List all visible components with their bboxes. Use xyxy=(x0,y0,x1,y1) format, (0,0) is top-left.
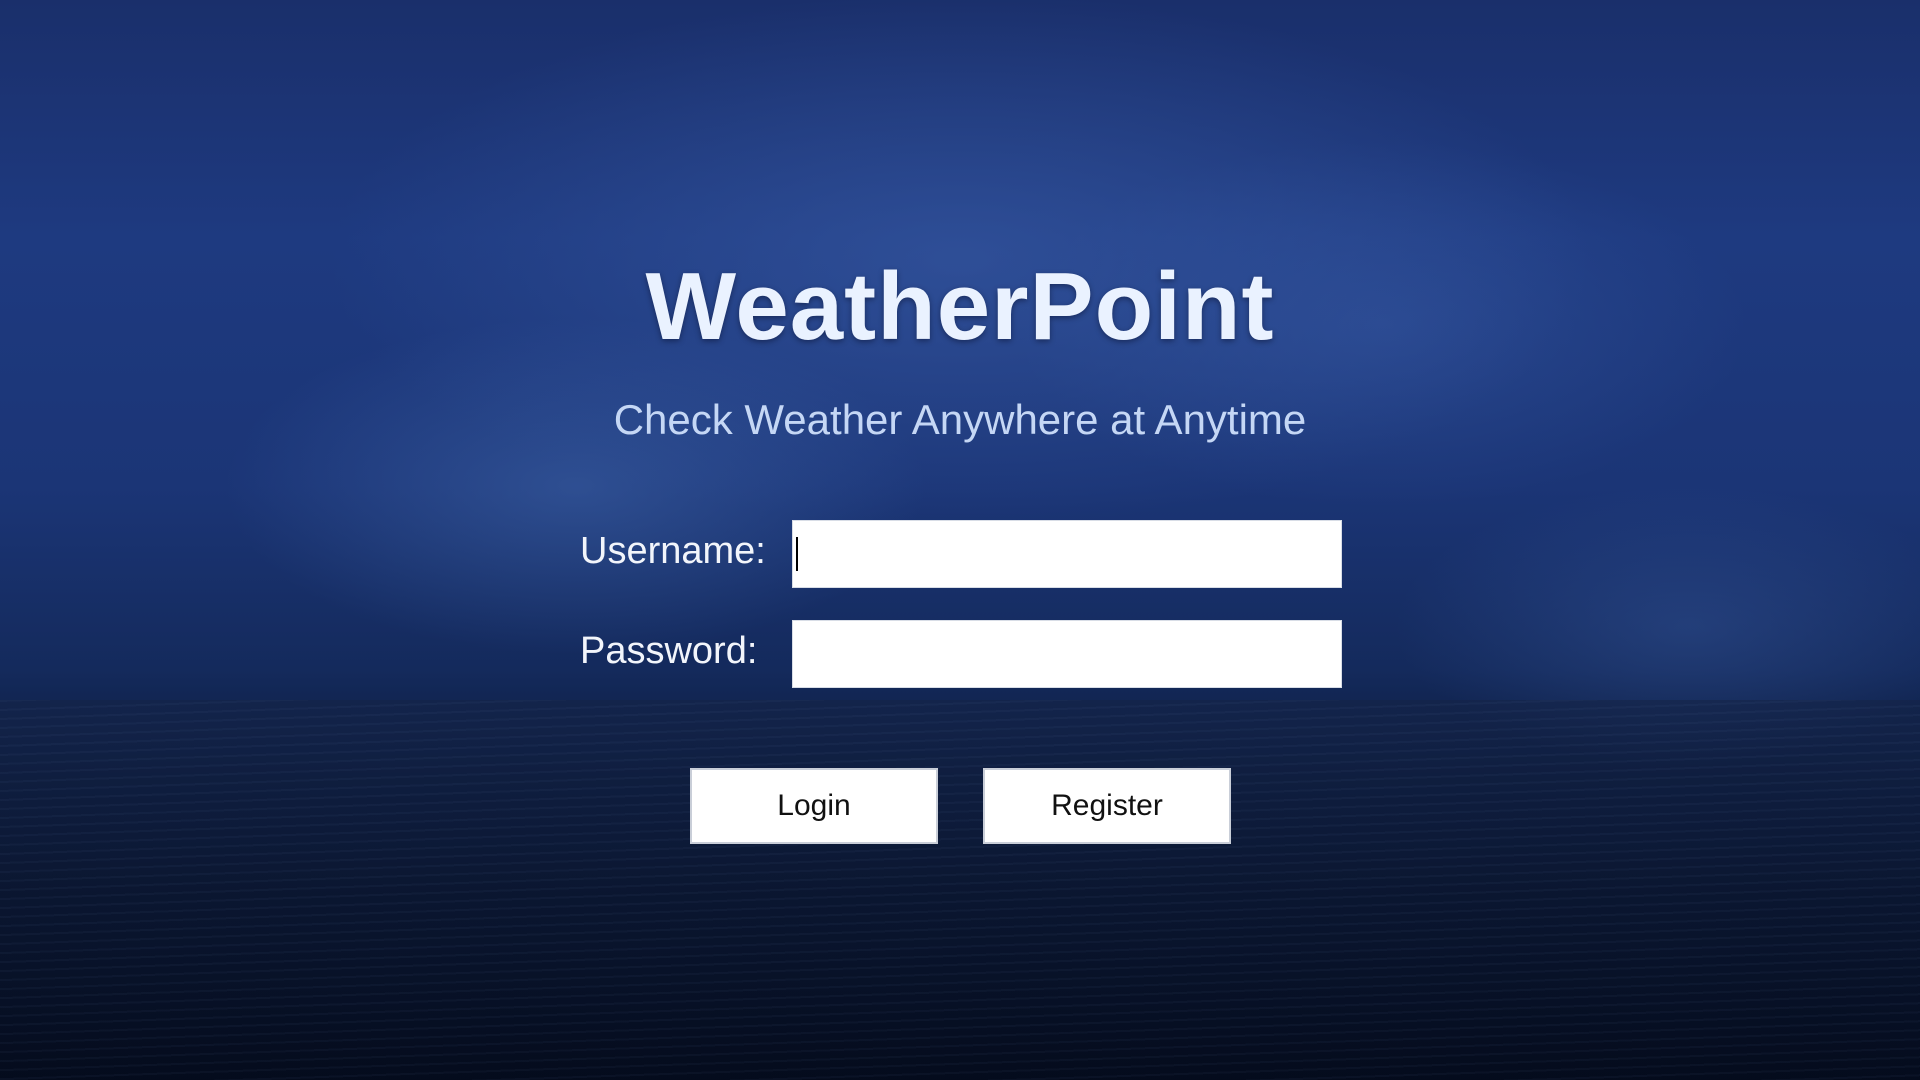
app-title: WeatherPoint xyxy=(645,253,1275,360)
password-input[interactable] xyxy=(792,620,1342,688)
login-button[interactable]: Login xyxy=(690,768,938,844)
background-sea xyxy=(0,700,1920,1080)
text-caret xyxy=(796,537,798,571)
username-input[interactable] xyxy=(792,520,1342,588)
register-button[interactable]: Register xyxy=(983,768,1231,844)
password-label: Password: xyxy=(580,630,758,672)
username-label: Username: xyxy=(580,530,766,572)
app-subtitle: Check Weather Anywhere at Anytime xyxy=(613,396,1307,443)
